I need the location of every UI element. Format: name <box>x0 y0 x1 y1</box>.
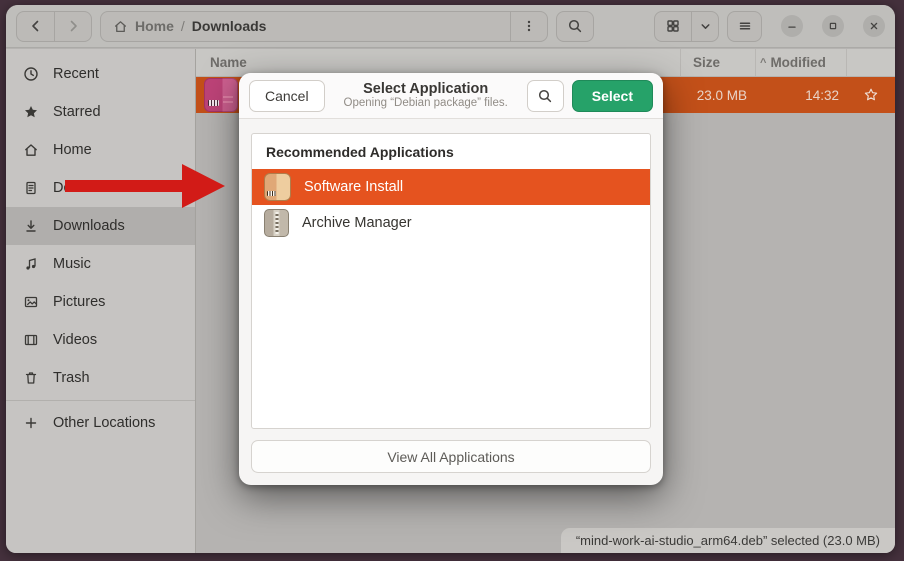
file-size-cell: 23.0 MB <box>681 88 756 103</box>
sidebar-label: Trash <box>53 370 90 386</box>
dialog-headerbar: Cancel Select Application Opening “Debia… <box>239 73 663 119</box>
sidebar-label: Home <box>53 142 92 158</box>
application-list: Recommended Applications Software Instal… <box>251 133 651 429</box>
sidebar-label: Pictures <box>53 294 105 310</box>
select-button[interactable]: Select <box>572 80 653 112</box>
sidebar-item-downloads[interactable]: Downloads <box>6 207 195 245</box>
search-icon <box>537 88 553 104</box>
sidebar-item-other-locations[interactable]: Other Locations <box>6 404 195 442</box>
breadcrumb-separator: / <box>181 18 185 34</box>
headerbar: Home / Downloads <box>6 5 895 48</box>
column-header-size[interactable]: Size <box>681 49 756 76</box>
nav-button-group <box>16 11 92 42</box>
download-icon <box>23 218 39 234</box>
grid-view-icon <box>665 18 681 34</box>
breadcrumb-home[interactable]: Home <box>135 18 174 34</box>
breadcrumb[interactable]: Home / Downloads <box>101 12 510 41</box>
sidebar: Recent Starred Home Documents Downloads … <box>6 49 196 553</box>
sidebar-label: Documents <box>53 180 126 196</box>
software-install-icon <box>264 173 291 201</box>
view-all-applications-button[interactable]: View All Applications <box>251 440 651 473</box>
breadcrumb-current[interactable]: Downloads <box>192 18 267 34</box>
cancel-button[interactable]: Cancel <box>249 80 325 112</box>
dialog-title: Select Application <box>333 81 519 98</box>
sidebar-item-documents[interactable]: Documents <box>6 169 195 207</box>
sidebar-label: Recent <box>53 66 99 82</box>
forward-button[interactable] <box>54 12 91 41</box>
document-icon <box>23 180 39 196</box>
column-header-modified[interactable]: ^ Modified <box>756 49 847 76</box>
home-icon <box>113 19 128 34</box>
sidebar-item-starred[interactable]: Starred <box>6 93 195 131</box>
back-button[interactable] <box>17 12 54 41</box>
star-outline-icon <box>863 87 879 103</box>
music-note-icon <box>23 256 39 272</box>
sidebar-label: Videos <box>53 332 97 348</box>
home-icon <box>23 142 39 158</box>
sidebar-item-recent[interactable]: Recent <box>6 55 195 93</box>
column-header-star <box>847 49 895 76</box>
close-icon <box>868 20 880 32</box>
status-bar: “mind-work-ai-studio_arm64.deb” selected… <box>561 528 895 553</box>
film-icon <box>23 332 39 348</box>
sidebar-label: Starred <box>53 104 101 120</box>
dialog-search-button[interactable] <box>527 80 564 112</box>
view-dropdown-button[interactable] <box>691 12 718 41</box>
column-header-name[interactable]: Name <box>196 49 681 76</box>
star-icon <box>23 104 39 120</box>
sidebar-label: Other Locations <box>53 415 155 431</box>
clock-icon <box>23 66 39 82</box>
dialog-body: Recommended Applications Software Instal… <box>239 119 663 485</box>
sidebar-item-pictures[interactable]: Pictures <box>6 283 195 321</box>
chevron-down-icon <box>698 19 713 34</box>
path-menu-button[interactable] <box>510 12 547 41</box>
sidebar-separator <box>6 400 195 401</box>
dialog-title-block: Select Application Opening “Debian packa… <box>333 81 519 111</box>
deb-package-icon <box>204 78 238 112</box>
recommended-applications-header: Recommended Applications <box>252 134 650 169</box>
hamburger-menu-icon <box>737 18 753 34</box>
close-button[interactable] <box>863 15 885 37</box>
trash-icon <box>23 370 39 386</box>
chevron-right-icon <box>65 18 81 34</box>
archive-manager-icon <box>264 209 289 237</box>
kebab-menu-icon <box>521 18 537 34</box>
file-modified-cell: 14:32 <box>756 88 847 103</box>
file-star-cell[interactable] <box>847 87 895 103</box>
search-button[interactable] <box>556 11 594 42</box>
sidebar-label: Music <box>53 256 91 272</box>
sidebar-item-home[interactable]: Home <box>6 131 195 169</box>
sidebar-label: Downloads <box>53 218 125 234</box>
app-row-software-install[interactable]: Software Install <box>252 169 650 205</box>
sort-ascending-icon: ^ <box>760 57 766 69</box>
dialog-subtitle: Opening “Debian package” files. <box>333 97 519 110</box>
select-application-dialog: Cancel Select Application Opening “Debia… <box>239 73 663 485</box>
app-name: Software Install <box>304 179 403 195</box>
main-menu-button[interactable] <box>727 11 762 42</box>
chevron-left-icon <box>28 18 44 34</box>
view-options-group <box>654 11 719 42</box>
sidebar-item-trash[interactable]: Trash <box>6 359 195 397</box>
search-icon <box>567 18 583 34</box>
plus-icon <box>23 415 39 431</box>
maximize-icon <box>827 20 839 32</box>
grid-view-button[interactable] <box>655 12 691 41</box>
minimize-button[interactable] <box>781 15 803 37</box>
maximize-button[interactable] <box>822 15 844 37</box>
sidebar-item-videos[interactable]: Videos <box>6 321 195 359</box>
sidebar-item-music[interactable]: Music <box>6 245 195 283</box>
minimize-icon <box>786 20 798 32</box>
breadcrumb-bar: Home / Downloads <box>100 11 548 42</box>
app-row-archive-manager[interactable]: Archive Manager <box>252 205 650 241</box>
picture-icon <box>23 294 39 310</box>
app-name: Archive Manager <box>302 215 412 231</box>
